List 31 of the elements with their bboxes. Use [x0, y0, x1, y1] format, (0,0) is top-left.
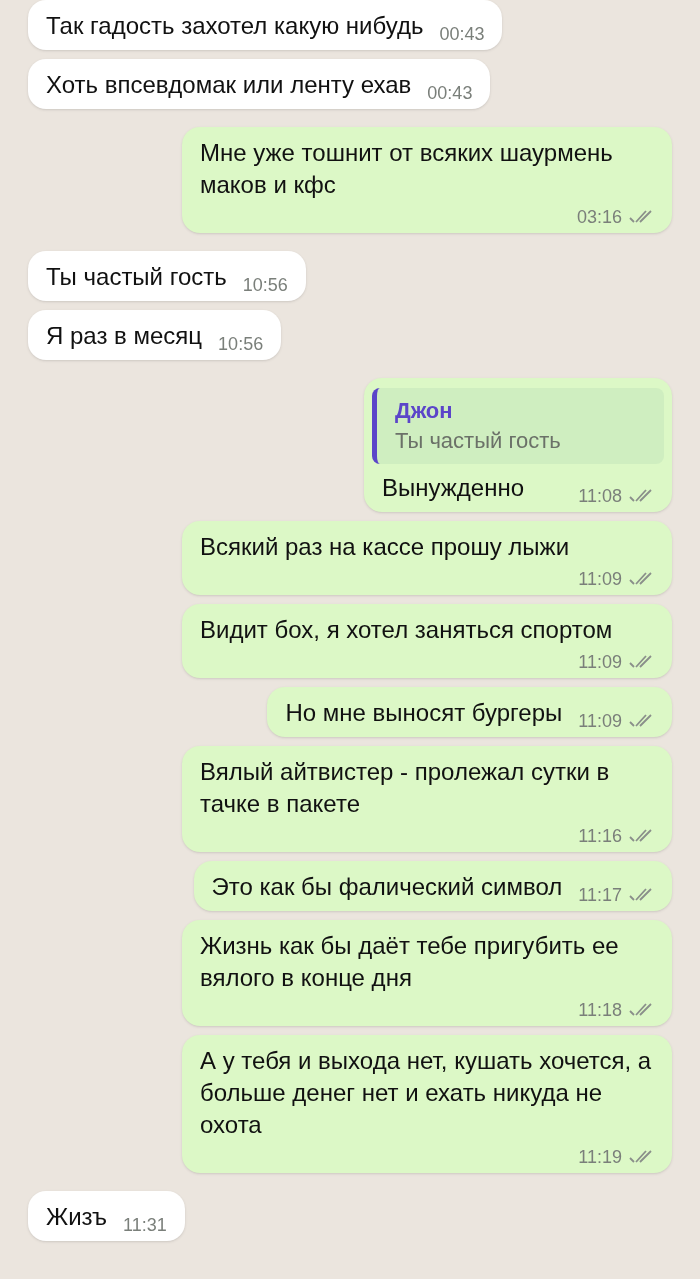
quote-author: Джон	[395, 397, 454, 425]
message-time: 10:56	[218, 333, 264, 356]
message-text: Ты частый гость	[46, 262, 227, 292]
message-text: Видит бох, я хотел заняться спортом	[200, 615, 613, 645]
message-text: А у тебя и выхода нет, кушать хочется, а больше денег нет и ехать никуда не охота	[200, 1046, 653, 1140]
message-text: Вынужденно	[382, 473, 525, 503]
message-time: 11:08	[578, 485, 622, 508]
message-text: Мне уже тошнит от всяких шаурмень маков и кфс	[200, 138, 614, 200]
message-text: Вялый айтвистер - пролежал сутки в тачке в пакете	[200, 757, 611, 819]
message-time: 11:19	[578, 1146, 622, 1169]
message-time: 11:09	[578, 568, 622, 591]
message-text: Всякий раз на кассе прошу лыжи	[200, 532, 570, 562]
quoted-message[interactable]: Джон Ты частый гость	[372, 388, 664, 464]
message-time: 11:31	[123, 1214, 167, 1237]
message-text: Так гадость захотел какую нибудь	[46, 11, 424, 41]
message-time: 11:09	[578, 651, 622, 674]
message-time: 10:56	[242, 274, 288, 297]
message-time: 11:17	[578, 884, 622, 907]
message-time: 11:18	[578, 999, 622, 1022]
message-time: 00:43	[439, 23, 485, 46]
message-time: 00:43	[427, 82, 473, 105]
quote-text: Ты частый гость	[395, 427, 562, 455]
message-text: Хоть впсевдомак или ленту ехав	[46, 70, 412, 100]
message-text: Жизъ	[46, 1202, 108, 1232]
message-time: 03:16	[576, 206, 622, 229]
message-text: Это как бы фалический символ	[211, 872, 563, 902]
message-time: 11:16	[578, 825, 622, 848]
message-time: 11:09	[578, 710, 622, 733]
message-text: Но мне выносят бургеры	[285, 698, 563, 728]
message-text: Я раз в месяц	[46, 321, 203, 351]
message-text: Жизнь как бы даёт тебе пригубить ее вялого в конце дня	[200, 931, 620, 993]
